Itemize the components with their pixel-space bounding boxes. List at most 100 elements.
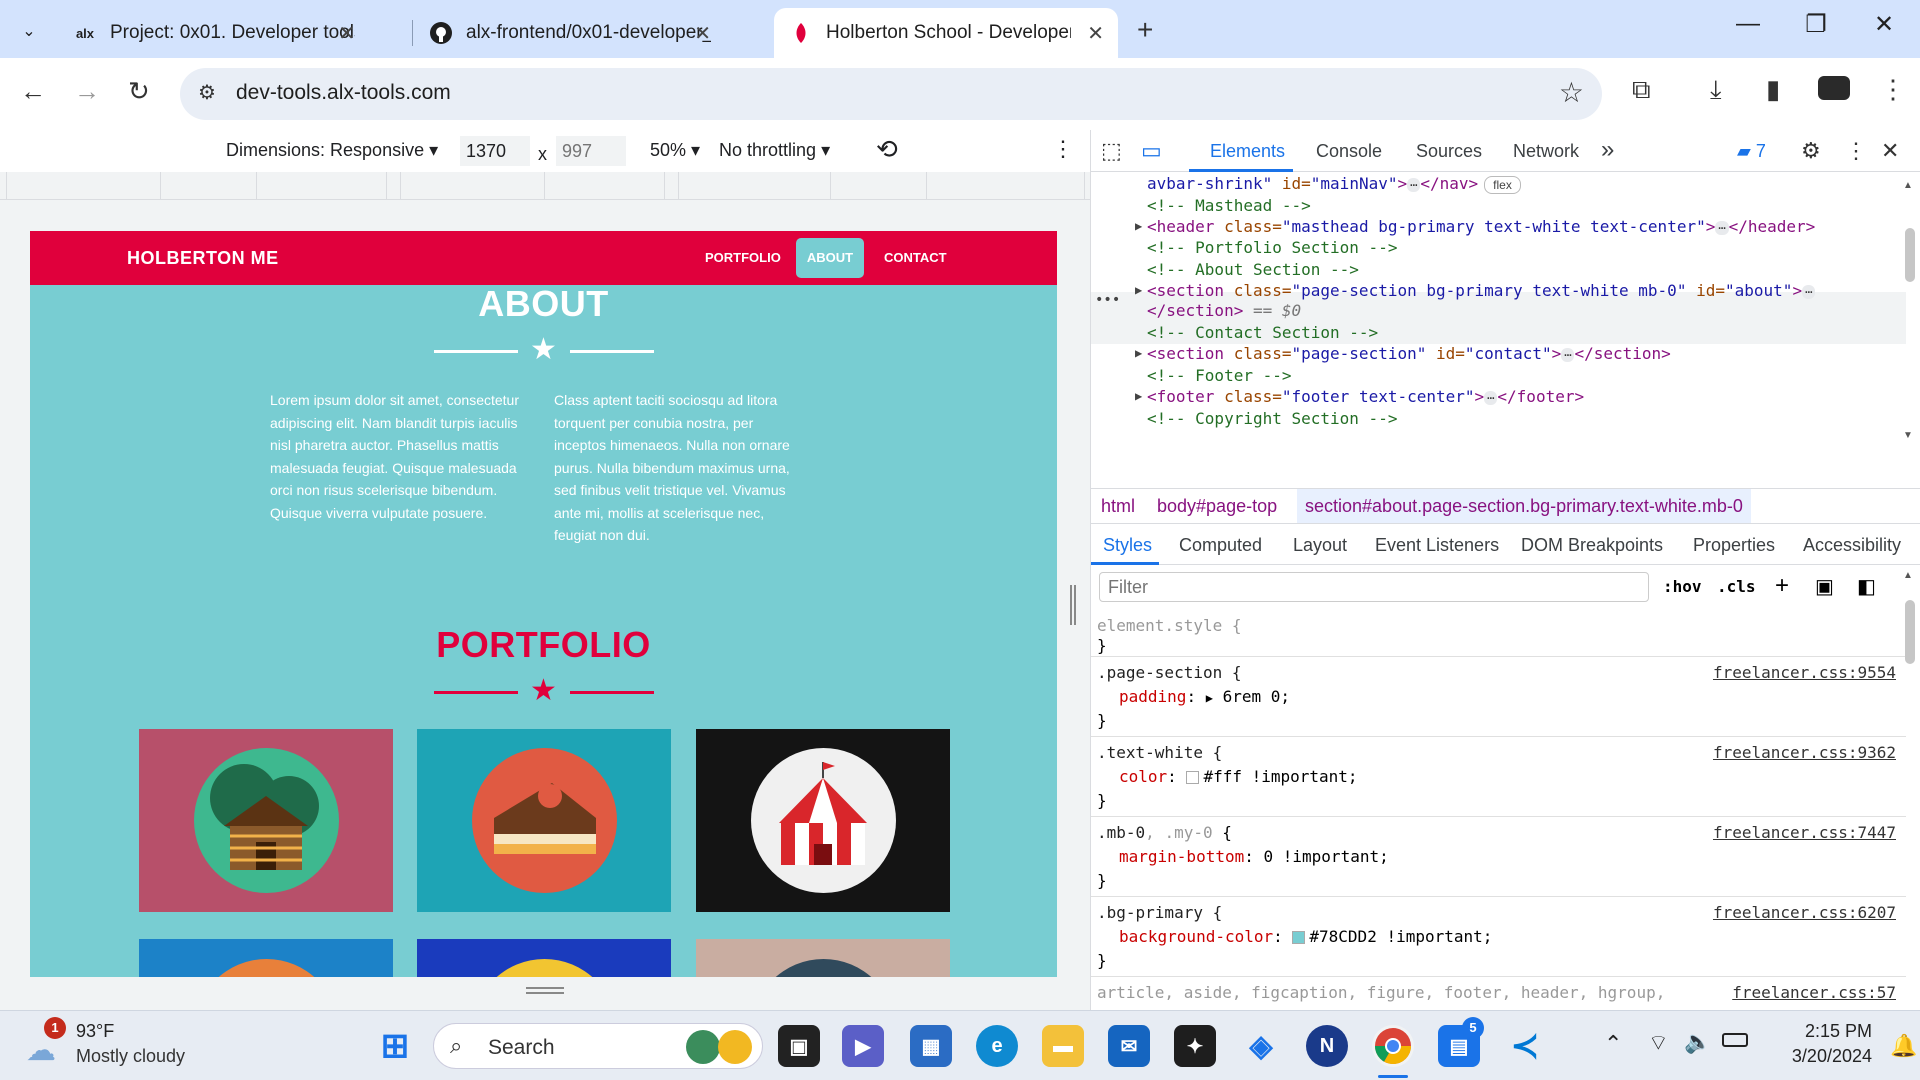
node-actions-icon[interactable]: ••• xyxy=(1095,292,1120,308)
portfolio-item-game[interactable] xyxy=(139,939,393,977)
avatar[interactable] xyxy=(1818,76,1850,100)
browser-tab[interactable]: alx Project: 0x01. Developer tools | ✕ xyxy=(58,8,369,58)
dropbox-icon[interactable]: ◈ xyxy=(1240,1025,1282,1067)
browser-tab-active[interactable]: Holberton School - Developer t ✕ xyxy=(774,8,1118,58)
style-rule[interactable]: .mb-0, .my-0 { freelancer.css:7447 margi… xyxy=(1091,817,1906,897)
figma-icon[interactable]: ✦ xyxy=(1174,1025,1216,1067)
back-icon[interactable]: ← xyxy=(20,76,46,107)
zoom-dropdown[interactable]: 50% ▾ xyxy=(650,140,700,161)
clock-time[interactable]: 2:15 PM xyxy=(1772,1021,1872,1042)
clock-date[interactable]: 3/20/2024 xyxy=(1772,1046,1872,1067)
portfolio-item-cake[interactable] xyxy=(417,729,671,912)
expand-triangle-icon[interactable]: ▶ xyxy=(1135,219,1142,233)
reload-icon[interactable]: ↻ xyxy=(128,76,150,107)
app-icon[interactable]: N xyxy=(1306,1025,1348,1067)
volume-icon[interactable]: 🔈 xyxy=(1684,1029,1711,1055)
style-rule[interactable]: .text-white { freelancer.css:9362 color:… xyxy=(1091,737,1906,817)
toggle-sidebar-icon[interactable]: ◧ xyxy=(1857,574,1876,599)
breadcrumb-section[interactable]: section#about.page-section.bg-primary.te… xyxy=(1297,489,1751,523)
weather-temp[interactable]: 93°F xyxy=(76,1021,114,1042)
breadcrumb-body[interactable]: body#page-top xyxy=(1157,496,1277,517)
site-brand[interactable]: HOLBERTON ME xyxy=(127,248,279,269)
tab-network[interactable]: Network xyxy=(1513,141,1579,162)
dimensions-dropdown[interactable]: Dimensions: Responsive ▾ xyxy=(226,140,438,161)
nav-about-link[interactable]: ABOUT xyxy=(796,238,864,278)
expand-triangle-icon[interactable]: ▶ xyxy=(1206,691,1213,705)
source-link[interactable]: freelancer.css:7447 xyxy=(1713,821,1896,845)
close-tab-icon[interactable]: ✕ xyxy=(694,21,711,46)
microsoft-store-icon[interactable]: ▦ xyxy=(910,1025,952,1067)
address-bar[interactable]: ⚙ dev-tools.alx-tools.com ☆ xyxy=(180,68,1602,120)
subtab-styles[interactable]: Styles xyxy=(1103,535,1152,556)
close-tab-icon[interactable]: ✕ xyxy=(338,21,355,46)
expand-triangle-icon[interactable]: ▶ xyxy=(1135,346,1142,360)
close-devtools-icon[interactable]: ✕ xyxy=(1881,138,1899,164)
chevron-up-icon[interactable]: ⌃ xyxy=(1604,1031,1622,1057)
weather-desc[interactable]: Mostly cloudy xyxy=(76,1046,185,1067)
devtools-menu-icon[interactable]: ⋮ xyxy=(1845,138,1867,164)
portfolio-item-safe[interactable] xyxy=(417,939,671,977)
more-tabs-icon[interactable]: » xyxy=(1601,136,1614,164)
taskbar-search[interactable]: ⌕ Search xyxy=(433,1023,763,1069)
dom-scrollbar[interactable]: ▲ ▼ xyxy=(1899,180,1919,480)
mail-icon[interactable]: ✉ xyxy=(1108,1025,1150,1067)
media-query-bar[interactable] xyxy=(0,172,1090,200)
browser-tab[interactable]: alx-frontend/0x01-developer_to ✕ xyxy=(414,8,725,58)
close-window-icon[interactable]: ✕ xyxy=(1854,10,1914,39)
height-input[interactable] xyxy=(556,136,626,166)
style-rule[interactable]: element.style { } xyxy=(1091,610,1906,657)
breadcrumb-html[interactable]: html xyxy=(1101,496,1135,517)
style-rule[interactable]: .bg-primary { freelancer.css:6207 backgr… xyxy=(1091,897,1906,977)
styles-pane[interactable]: element.style { } .page-section { freela… xyxy=(1091,610,1906,1010)
edge-browser-icon[interactable]: e xyxy=(976,1025,1018,1067)
forward-icon[interactable]: → xyxy=(74,76,100,107)
extensions-icon[interactable]: ⧉ xyxy=(1632,74,1651,106)
viewport-width-handle[interactable] xyxy=(1070,585,1076,625)
subtab-properties[interactable]: Properties xyxy=(1693,535,1775,556)
wifi-icon[interactable]: ⌔ xyxy=(1648,1029,1669,1057)
settings-gear-icon[interactable]: ⚙ xyxy=(1801,138,1821,164)
new-rule-icon[interactable]: + xyxy=(1775,572,1789,600)
vscode-icon[interactable]: ≺ xyxy=(1504,1025,1546,1067)
portfolio-item-submarine[interactable] xyxy=(696,939,950,977)
bookmark-star-icon[interactable]: ☆ xyxy=(1559,76,1584,109)
subtab-dom-breakpoints[interactable]: DOM Breakpoints xyxy=(1521,535,1663,556)
side-panel-icon[interactable]: ▮ xyxy=(1766,74,1780,105)
subtab-event-listeners[interactable]: Event Listeners xyxy=(1375,535,1499,556)
color-swatch[interactable] xyxy=(1292,931,1306,944)
dom-tree[interactable]: ••• avbar-shrink" id="mainNav"> ⋯ </nav> fl… xyxy=(1091,173,1906,523)
viewport-resize-handle[interactable] xyxy=(30,977,1057,1007)
chrome-icon[interactable] xyxy=(1372,1025,1414,1067)
tab-sources[interactable]: Sources xyxy=(1416,141,1482,162)
styles-scrollbar[interactable]: ▲ xyxy=(1899,570,1919,1010)
nav-portfolio-link[interactable]: PORTFOLIO xyxy=(705,250,781,265)
minimize-icon[interactable]: — xyxy=(1718,10,1778,38)
expand-triangle-icon[interactable]: ▶ xyxy=(1135,283,1142,297)
menu-icon[interactable]: ⋮ xyxy=(1880,74,1906,105)
battery-icon[interactable] xyxy=(1722,1033,1748,1047)
style-rule[interactable]: .page-section { freelancer.css:9554 padd… xyxy=(1091,657,1906,737)
close-tab-icon[interactable]: ✕ xyxy=(1087,21,1104,46)
notification-bell-icon[interactable]: 🔔 xyxy=(1890,1033,1917,1059)
portfolio-item-circus[interactable] xyxy=(696,729,950,912)
inspect-element-icon[interactable]: ⬚ xyxy=(1101,138,1122,164)
dom-comment[interactable]: <!-- Copyright Section --> xyxy=(1147,406,1397,432)
throttling-dropdown[interactable]: No throttling ▾ xyxy=(719,140,830,161)
issues-badge[interactable]: ▰ 7 xyxy=(1737,141,1766,162)
windows-start-icon[interactable]: ⊞ xyxy=(374,1025,416,1067)
style-rule[interactable]: article, aside, figcaption, figure, foot… xyxy=(1091,977,1906,1010)
tab-elements[interactable]: Elements xyxy=(1210,141,1285,162)
source-link[interactable]: freelancer.css:6207 xyxy=(1713,901,1896,925)
source-link[interactable]: freelancer.css:57 xyxy=(1732,981,1896,1005)
styles-filter-input[interactable] xyxy=(1099,572,1649,602)
file-explorer-icon[interactable]: ▬ xyxy=(1042,1025,1084,1067)
cls-toggle[interactable]: .cls xyxy=(1717,577,1756,596)
download-icon[interactable]: ⤓ xyxy=(1710,74,1722,106)
source-link[interactable]: freelancer.css:9554 xyxy=(1713,661,1896,685)
tab-console[interactable]: Console xyxy=(1316,141,1382,162)
tab-search-button[interactable]: ⌄ xyxy=(10,12,48,50)
device-toolbar-icon[interactable]: ▭ xyxy=(1141,138,1162,164)
hov-toggle[interactable]: :hov xyxy=(1663,577,1702,596)
rotate-icon[interactable]: ⟲ xyxy=(876,134,898,165)
task-view-icon[interactable]: ▣ xyxy=(778,1025,820,1067)
